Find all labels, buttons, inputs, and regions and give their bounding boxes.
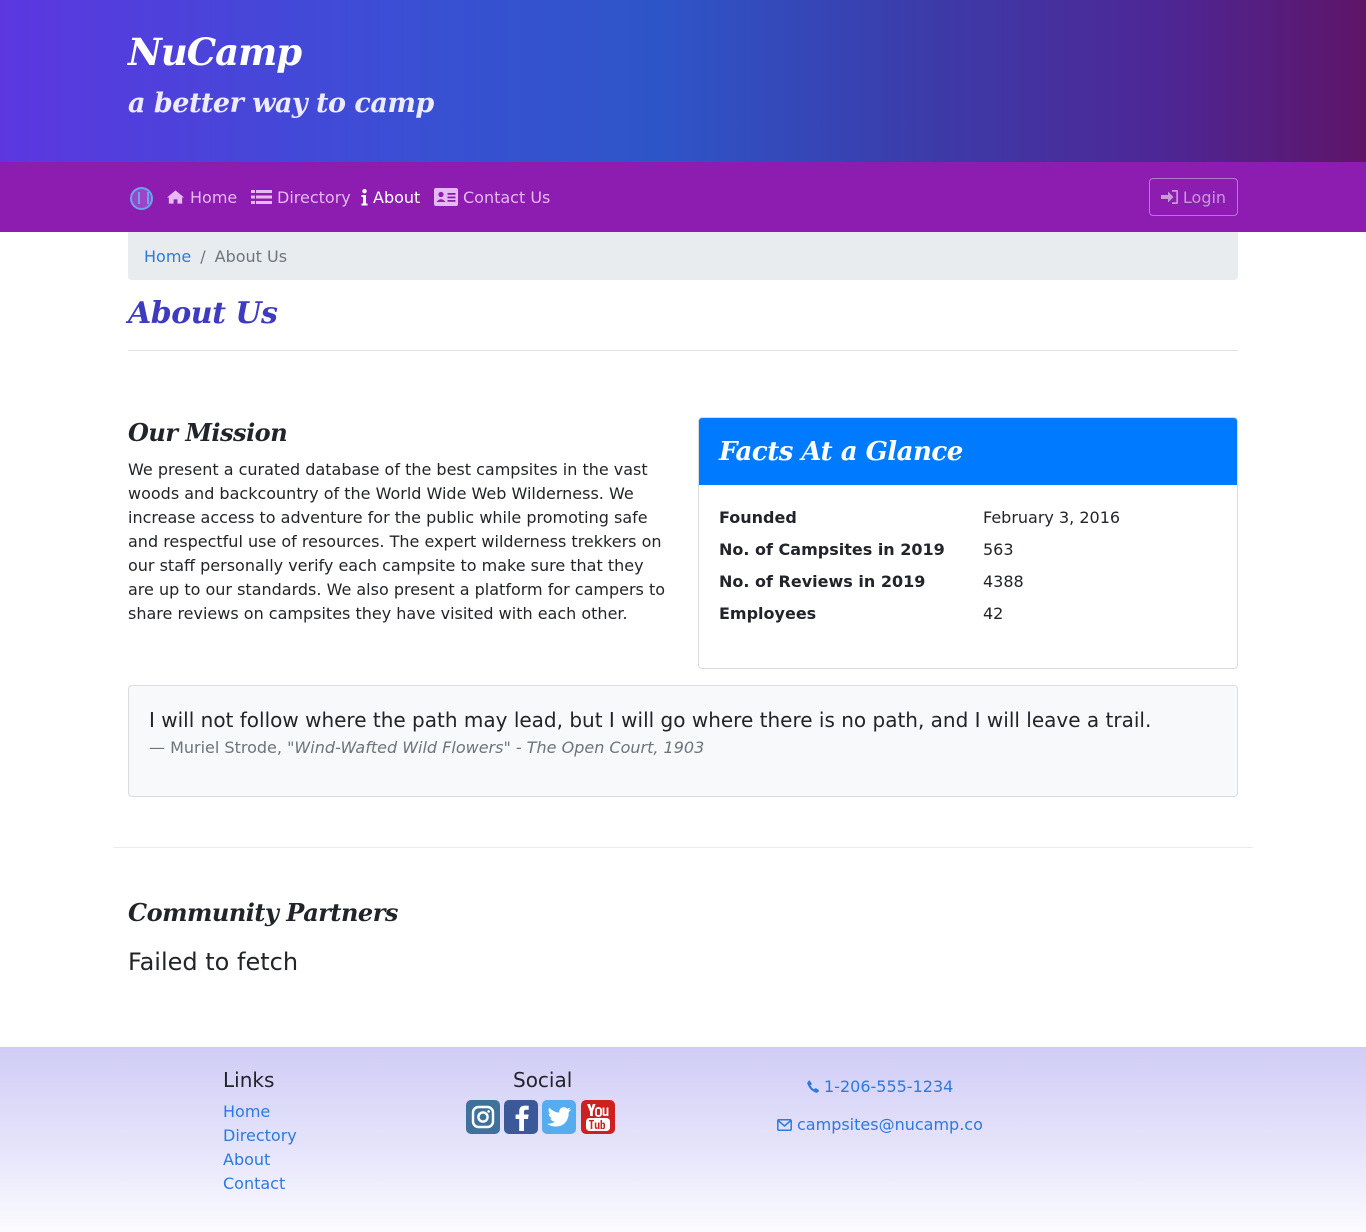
breadcrumb-home-link[interactable]: Home xyxy=(144,247,191,266)
quote-card: I will not follow where the path may lea… xyxy=(128,685,1238,797)
quote-text: I will not follow where the path may lea… xyxy=(149,708,1152,732)
partners-heading: Community Partners xyxy=(128,898,398,927)
instagram-icon[interactable] xyxy=(466,1100,500,1134)
envelope-icon xyxy=(777,1118,792,1131)
facts-row: Founded February 3, 2016 xyxy=(719,501,1219,533)
page-title: About Us xyxy=(128,296,278,331)
facts-card-header: Facts At a Glance xyxy=(699,418,1237,485)
facts-card: Facts At a Glance Founded February 3, 20… xyxy=(698,417,1238,669)
list-icon xyxy=(251,190,272,204)
nav-contact-label: Contact Us xyxy=(463,187,551,207)
phone-icon xyxy=(807,1080,819,1093)
nucamp-logo-icon[interactable] xyxy=(130,187,153,210)
nav-home-label: Home xyxy=(190,187,238,207)
facts-row: Employees 42 xyxy=(719,597,1219,629)
breadcrumb-current: About Us xyxy=(214,246,288,266)
nav-directory-label: Directory xyxy=(277,187,351,207)
facts-value: 4388 xyxy=(983,571,1024,591)
footer-links-heading: Links xyxy=(223,1068,275,1092)
nav-directory[interactable]: Directory xyxy=(251,186,351,208)
facts-label: No. of Campsites in 2019 xyxy=(719,539,945,559)
quote-author: — Muriel Strode, xyxy=(149,738,282,757)
facts-value: 42 xyxy=(983,603,1004,623)
mission-heading: Our Mission xyxy=(128,418,288,447)
footer-email[interactable]: campsites@nucamp.co xyxy=(777,1115,983,1134)
nav-home[interactable]: Home xyxy=(166,186,237,208)
footer-link-about[interactable]: About xyxy=(223,1150,270,1169)
header-jumbotron xyxy=(0,0,1366,162)
quote-source: "Wind-Wafted Wild Flowers" - The Open Co… xyxy=(287,738,705,757)
facts-label: No. of Reviews in 2019 xyxy=(719,571,926,591)
footer xyxy=(0,1047,1366,1232)
facts-row: No. of Reviews in 2019 4388 xyxy=(719,565,1219,597)
twitter-icon[interactable] xyxy=(542,1100,576,1134)
nav-about-label: About xyxy=(373,187,421,207)
brand-tagline: a better way to camp xyxy=(128,88,434,119)
facts-row: No. of Campsites in 2019 563 xyxy=(719,533,1219,565)
facts-value: 563 xyxy=(983,539,1014,559)
footer-social-heading: Social xyxy=(513,1068,573,1092)
quote-footer: — Muriel Strode, "Wind-Wafted Wild Flowe… xyxy=(149,738,704,757)
youtube-icon[interactable] xyxy=(581,1100,615,1134)
facebook-icon[interactable] xyxy=(504,1100,538,1134)
breadcrumb: Home / About Us xyxy=(128,232,1238,280)
section-divider xyxy=(113,847,1253,848)
info-icon xyxy=(361,188,368,205)
address-card-icon xyxy=(434,188,458,206)
nav-about[interactable]: About xyxy=(361,186,420,208)
login-button[interactable]: Login xyxy=(1149,178,1238,216)
nav-contact[interactable]: Contact Us xyxy=(434,186,550,208)
home-icon xyxy=(166,190,185,204)
brand-title: NuCamp xyxy=(128,30,302,74)
footer-phone-number: 1-206-555-1234 xyxy=(824,1077,954,1096)
login-label: Login xyxy=(1182,187,1227,207)
footer-link-directory[interactable]: Directory xyxy=(223,1126,297,1145)
title-divider xyxy=(128,350,1238,351)
footer-link-home[interactable]: Home xyxy=(223,1102,270,1121)
facts-value: February 3, 2016 xyxy=(983,507,1121,527)
facts-label: Employees xyxy=(719,603,817,623)
facts-label: Founded xyxy=(719,507,797,527)
footer-email-address: campsites@nucamp.co xyxy=(797,1115,983,1134)
partners-error-message: Failed to fetch xyxy=(128,948,299,976)
sign-in-icon xyxy=(1160,190,1178,204)
mission-text: We present a curated database of the bes… xyxy=(128,460,666,623)
footer-phone[interactable]: 1-206-555-1234 xyxy=(807,1077,953,1096)
breadcrumb-separator: / xyxy=(200,246,206,266)
footer-link-contact[interactable]: Contact xyxy=(223,1174,285,1193)
facts-card-title: Facts At a Glance xyxy=(719,436,963,467)
